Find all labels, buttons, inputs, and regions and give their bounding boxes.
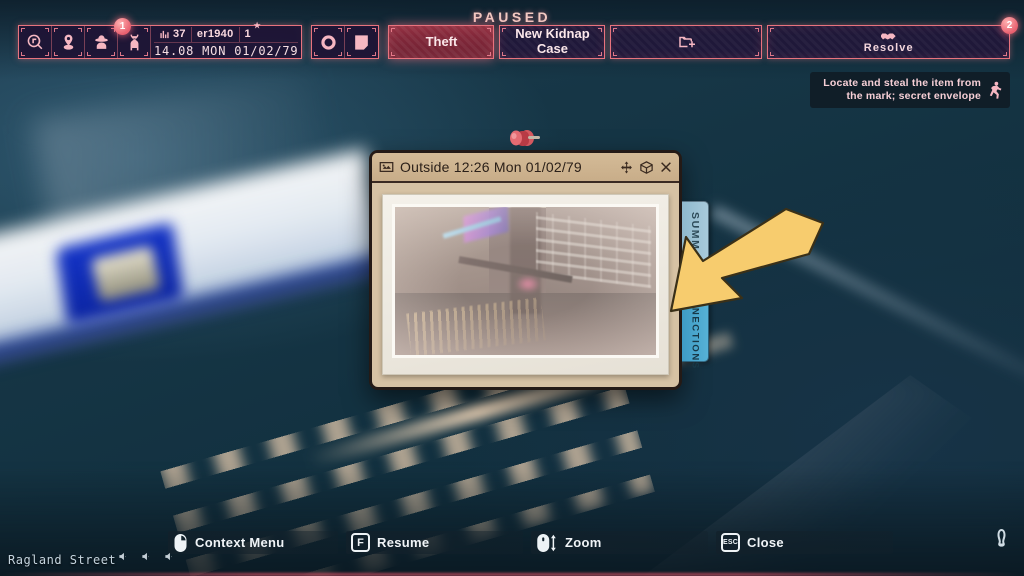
photo-window-title: Outside 12:26 Mon 01/02/79	[400, 159, 582, 175]
control-hint-zoom[interactable]: Zoom	[531, 531, 708, 554]
control-hint-resume[interactable]: F Resume	[346, 531, 523, 554]
mouse-scroll-icon	[537, 533, 556, 552]
dna-badge: 1	[114, 18, 131, 35]
tab-resolve[interactable]: 2 Resolve	[767, 17, 1018, 59]
photo-icon	[379, 162, 394, 172]
box-icon[interactable]	[639, 160, 654, 175]
volume-icon	[165, 552, 172, 561]
control-hint-close[interactable]: ESC Close	[716, 531, 893, 554]
notes-icon	[355, 34, 369, 50]
photo-window[interactable]: Summary Connections Outside 12:26 Mon 01…	[369, 150, 709, 390]
currency-value: er1940	[196, 28, 234, 40]
key-esc: ESC	[721, 533, 740, 552]
photo-image[interactable]	[392, 204, 659, 358]
tab-new-kidnap-case-label: New Kidnap Case	[515, 26, 590, 56]
magnifier-icon	[27, 34, 42, 49]
social-credit-value: 37	[173, 28, 186, 40]
footprint-icon	[995, 529, 1008, 556]
new-case-folder-icon	[679, 36, 696, 48]
handshake-icon	[880, 33, 896, 40]
dna-icon	[130, 34, 138, 50]
bars-icon	[160, 30, 169, 38]
hud-datetime: 14.08 MON 01/02/79	[154, 42, 299, 58]
polaroid-frame	[382, 194, 669, 375]
photo-window-body	[372, 185, 679, 387]
pushpin-icon	[497, 124, 543, 158]
stat-currency: er1940	[192, 26, 240, 42]
top-hud: PAUSED 1 37 er1940 1 ★ 14.08 MON 01/02/7…	[0, 0, 1024, 66]
game-screen: PAUSED 1 37 er1940 1 ★ 14.08 MON 01/02/7…	[0, 0, 1024, 576]
control-hint-resume-label: Resume	[377, 535, 430, 550]
stat-social-credit: 37	[154, 26, 192, 42]
hud-row: 1 37 er1940 1 ★ 14.08 MON 01/02/79 Theft…	[18, 17, 1018, 59]
stat-keys: 1	[240, 21, 262, 42]
detective-icon	[94, 34, 108, 49]
keys-value: 1	[244, 28, 251, 40]
mouse-right-click-icon	[174, 533, 187, 552]
tab-new-kidnap-case[interactable]: New Kidnap Case	[499, 25, 606, 59]
paused-label: PAUSED	[472, 9, 552, 25]
street-name-label: Ragland Street	[8, 553, 117, 567]
tab-theft-label: Theft	[425, 33, 458, 49]
objective-tooltip: Locate and steal the item from the mark;…	[810, 72, 1010, 109]
control-hint-context-menu-label: Context Menu	[195, 535, 285, 550]
key-f: F	[351, 533, 370, 552]
resolve-badge: 2	[1001, 17, 1018, 34]
hud-button-location[interactable]	[52, 26, 85, 58]
objective-text: Locate and steal the item from the mark;…	[823, 77, 981, 103]
move-icon[interactable]	[620, 161, 633, 174]
hud-button-ring[interactable]	[312, 26, 346, 58]
control-hint-close-label: Close	[747, 535, 784, 550]
hud-stats-panel: 37 er1940 1 14.08 MON 01/02/79	[151, 21, 302, 58]
volume-icon	[142, 552, 149, 561]
tab-new-case[interactable]	[610, 25, 763, 59]
tab-theft[interactable]: Theft	[388, 25, 495, 59]
hud-button-detective[interactable]	[85, 26, 118, 58]
volume-icon	[119, 552, 126, 561]
hud-tools-panel	[311, 25, 380, 59]
tutorial-arrow-icon	[668, 206, 828, 318]
close-icon[interactable]	[660, 161, 672, 173]
running-person-icon	[989, 81, 1002, 99]
hud-button-magnifier[interactable]	[19, 26, 52, 58]
control-hints-bar: Context Menu F Resume Zoom ESC Close	[168, 531, 893, 554]
control-hint-context-menu[interactable]: Context Menu	[168, 531, 338, 554]
hud-button-notes[interactable]	[345, 26, 379, 58]
ring-icon	[321, 34, 336, 50]
control-hint-zoom-label: Zoom	[565, 535, 602, 550]
tab-resolve-label: Resolve	[863, 41, 914, 54]
hud-left-panel: 1 37 er1940 1 ★ 14.08 MON 01/02/79	[18, 18, 303, 59]
volume-indicator-group	[118, 551, 175, 562]
photo-scene	[395, 207, 656, 355]
location-person-icon	[63, 34, 73, 50]
